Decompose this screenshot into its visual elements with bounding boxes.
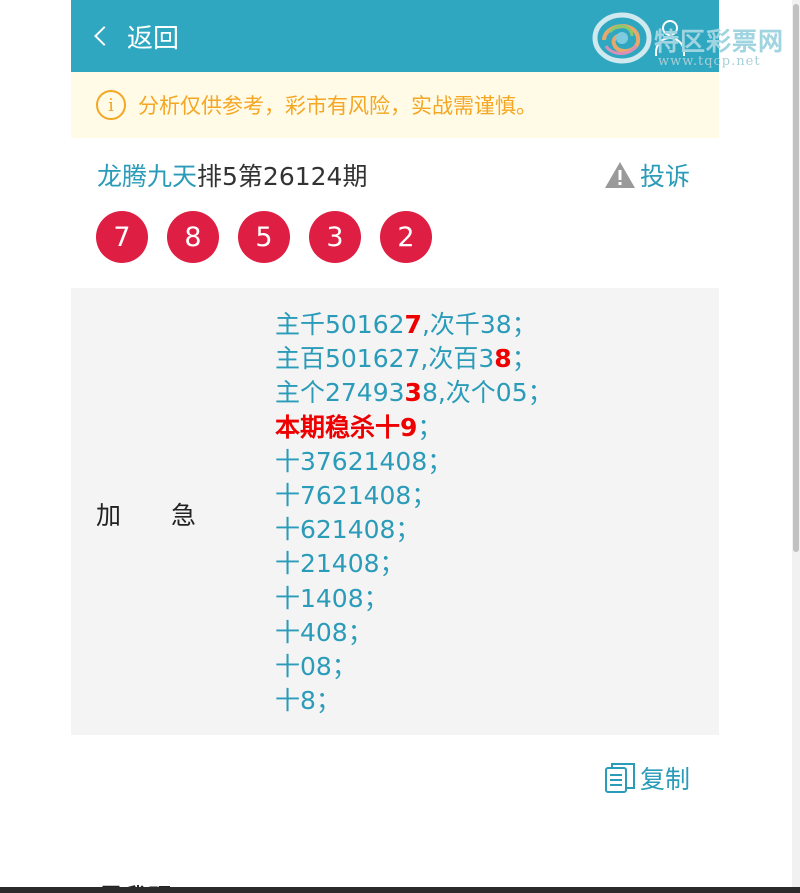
prediction-line: 十1408； [275,583,389,613]
draw-numbers: 7 8 5 3 2 [96,211,451,263]
prediction-line: 主个2749338,次个05； [275,378,553,408]
prediction-line: 十8； [275,686,341,716]
author-link[interactable]: 龙腾九天 [97,162,197,191]
number-ball: 5 [238,211,290,263]
copy-icon [604,762,636,794]
issue-title: 排5第26124期 [197,162,368,191]
prediction-lines: 主千501627,次千38； 主百501627,次百38； 主个2749338,… [275,308,553,718]
panel-label: 加 急 [96,501,197,530]
prediction-panel: 加 急 主千501627,次千38； 主百501627,次百38； 主个2749… [71,288,719,735]
prediction-line: 主千501627,次千38； [275,310,537,339]
prediction-line: 十37621408； [275,446,453,476]
site-logo-watermark: 特区彩票网 www.tqcp.net [592,10,800,70]
risk-notice: i 分析仅供参考，彩市有风险，实战需谨慎。 [71,72,719,138]
prediction-line: 十7621408； [275,481,437,511]
number-ball: 3 [309,211,361,263]
info-icon: i [96,90,126,120]
back-label: 返回 [127,23,180,54]
notice-text: 分析仅供参考，彩市有风险，实战需谨慎。 [138,94,537,118]
number-ball: 8 [167,211,219,263]
back-button[interactable]: 返回 [93,18,179,54]
prediction-line: 十21408； [275,549,405,579]
scrollbar-thumb[interactable] [793,4,799,552]
page: 返回 特区彩票网 www.tqcp.net i 分析仅供参考，彩市有风险，实战需… [0,0,800,893]
copy-label: 复制 [640,765,691,794]
number-ball: 2 [380,211,432,263]
post-title: 龙腾九天排5第26124期 [97,157,367,193]
logo-url: www.tqcp.net [658,54,761,69]
prediction-line: 主百501627,次百38； [275,344,537,374]
number-ball: 7 [96,211,148,263]
bottom-edge-bar [0,887,800,893]
prediction-line: 十621408； [275,515,421,545]
vertical-scrollbar[interactable] [792,0,800,893]
swirl-logo-icon [592,12,652,64]
prediction-line: 十08； [275,652,357,682]
warning-icon [604,161,636,189]
prediction-line: 十408； [275,617,373,647]
chevron-left-icon [94,26,114,46]
complain-button[interactable]: 投诉 [604,157,690,193]
complain-label: 投诉 [640,162,691,191]
copy-button[interactable]: 复制 [604,760,690,796]
prediction-line-kill: 本期稳杀十9； [275,412,443,442]
logo-title: 特区彩票网 [654,27,785,56]
